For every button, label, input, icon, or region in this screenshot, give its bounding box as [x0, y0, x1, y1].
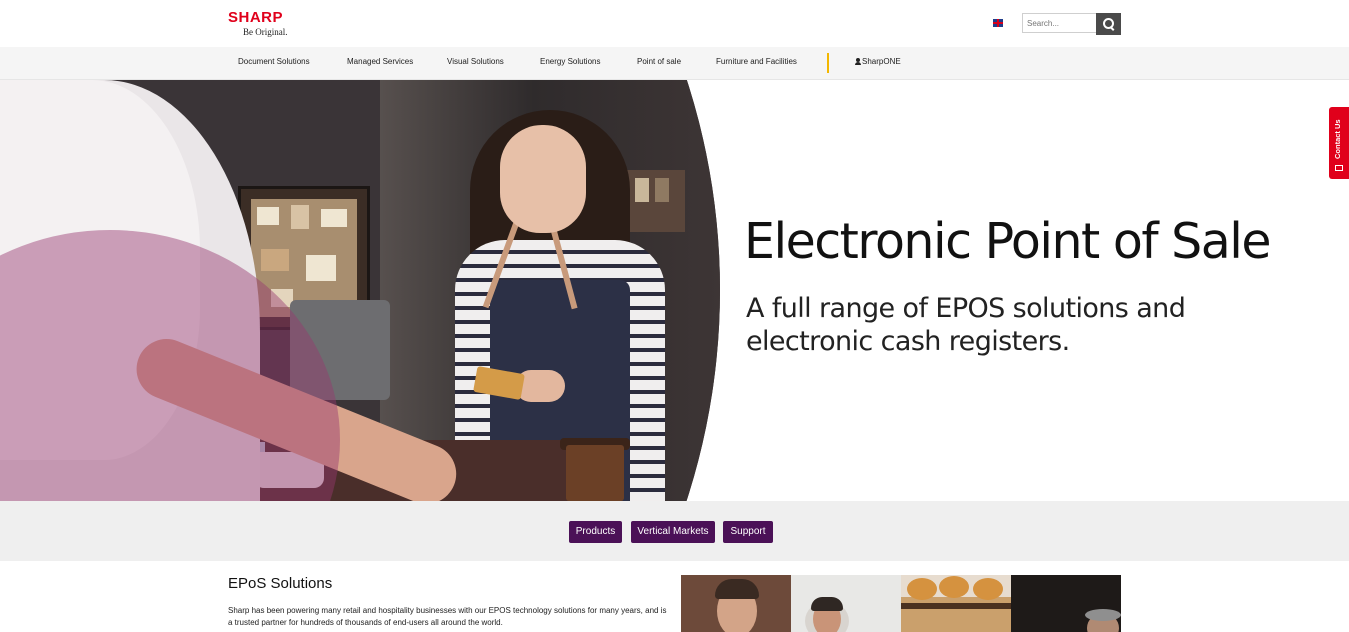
hero-title: Electronic Point of Sale [744, 213, 1272, 270]
search-button[interactable] [1096, 13, 1121, 35]
logo-tagline: Be Original. [243, 27, 288, 37]
nav-point-of-sale[interactable]: Point of sale [637, 57, 681, 66]
main-nav: Document Solutions Managed Services Visu… [0, 47, 1349, 80]
nav-managed-services[interactable]: Managed Services [347, 57, 413, 66]
user-icon [855, 58, 861, 65]
uk-flag-icon[interactable] [993, 19, 1003, 27]
section-description: Sharp has been powering many retail and … [228, 606, 667, 627]
site-header: SHARP Be Original. [0, 0, 1349, 48]
nav-sharpone[interactable]: SharpONE [855, 57, 901, 66]
tab-products[interactable]: Products [569, 521, 622, 543]
gallery-image-3[interactable] [901, 575, 1011, 632]
logo-wordmark: SHARP [228, 9, 284, 26]
tab-support[interactable]: Support [723, 521, 773, 543]
hero-subtitle: A full range of EPOS solutions and elect… [746, 293, 1186, 357]
section-title: EPoS Solutions [228, 575, 333, 592]
gallery-image-1[interactable] [681, 575, 791, 632]
tab-vertical-markets[interactable]: Vertical Markets [631, 521, 715, 543]
hero-banner: Electronic Point of Sale A full range of… [0, 80, 1349, 501]
hero-image [0, 80, 720, 501]
sharp-logo[interactable]: SHARP Be Original. [228, 10, 288, 37]
sharpone-label: SharpONE [862, 57, 901, 66]
nav-divider [827, 53, 829, 73]
search-input[interactable] [1022, 13, 1096, 33]
mail-icon [1335, 165, 1343, 171]
nav-furniture-facilities[interactable]: Furniture and Facilities [716, 57, 797, 66]
nav-document-solutions[interactable]: Document Solutions [238, 57, 310, 66]
contact-us-tab[interactable]: Contact Us [1329, 107, 1349, 179]
contact-us-label: Contact Us [1333, 119, 1342, 159]
nav-visual-solutions[interactable]: Visual Solutions [447, 57, 504, 66]
gallery-image-4[interactable] [1011, 575, 1121, 632]
gallery-image-2[interactable] [791, 575, 901, 632]
nav-energy-solutions[interactable]: Energy Solutions [540, 57, 600, 66]
section-tabs: Products Vertical Markets Support [0, 501, 1349, 561]
content-section: EPoS Solutions Sharp has been powering m… [0, 561, 1349, 632]
